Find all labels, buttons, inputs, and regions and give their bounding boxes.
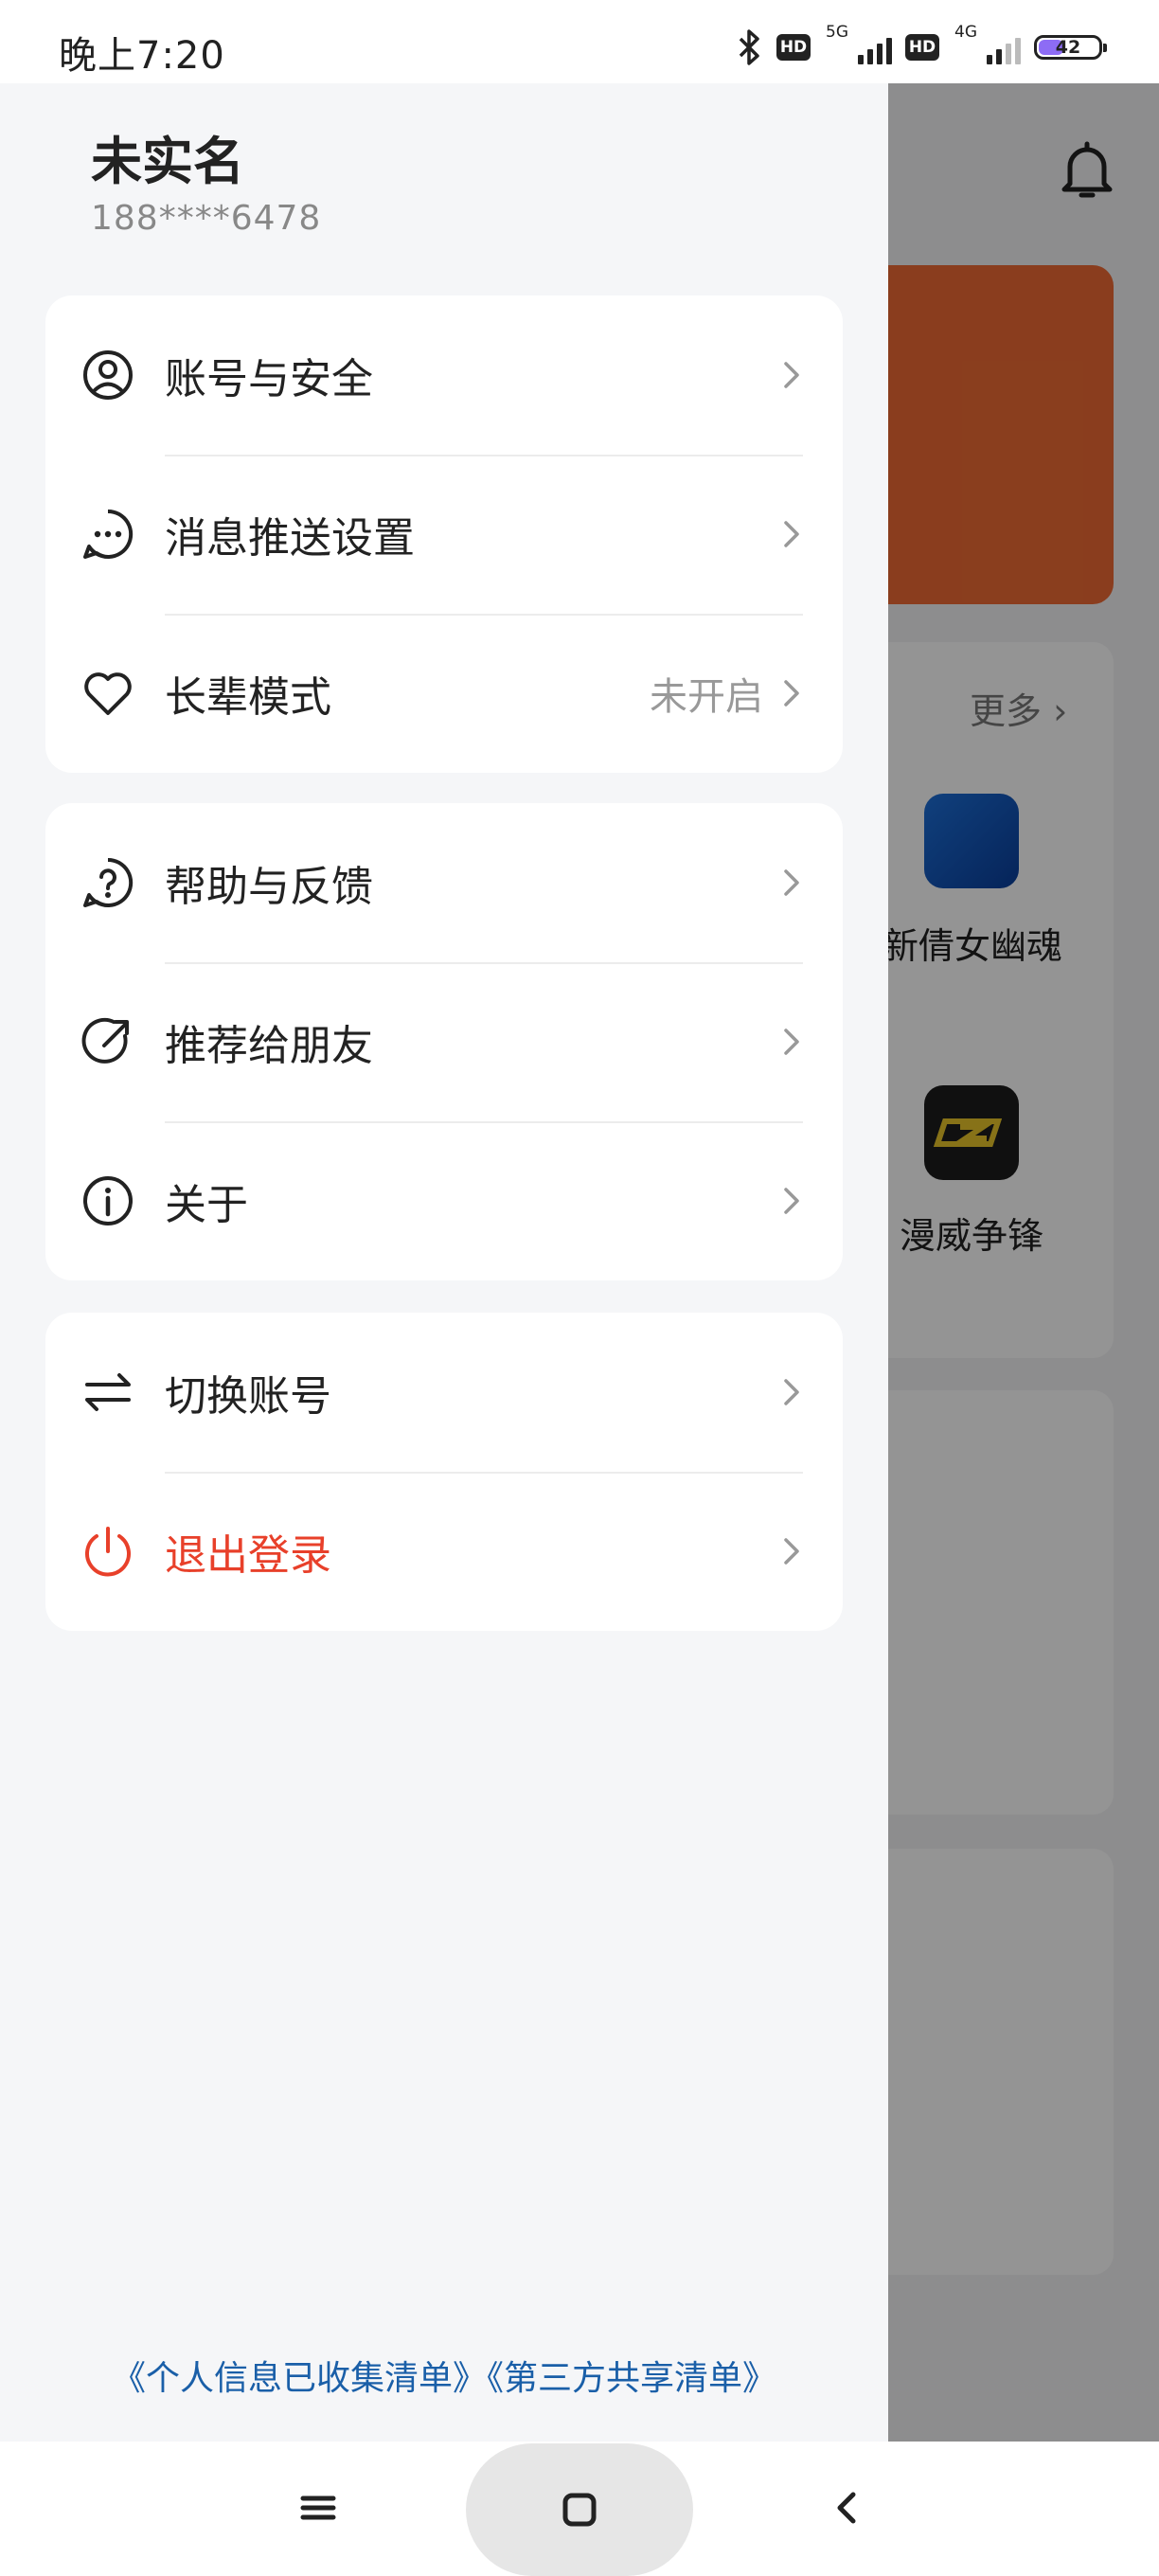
- menu-item-label: 切换账号: [165, 1372, 331, 1421]
- menu-item-elder-mode[interactable]: 长辈模式 未开启: [45, 614, 843, 773]
- back-icon: [837, 2492, 856, 2524]
- home-nav-button[interactable]: [466, 2443, 693, 2576]
- battery-level: 42: [1055, 37, 1081, 58]
- network-type-label: 5G: [826, 23, 848, 42]
- legal-links: 《个人信息已收集清单》《第三方共享清单》: [0, 2351, 888, 2400]
- settings-group-session: 切换账号 退出登录: [45, 1313, 843, 1631]
- settings-group-account: 账号与安全 消息推送设置 长辈模式 未开启: [45, 295, 843, 773]
- menu-item-label: 关于: [165, 1181, 248, 1229]
- menu-item-label: 推荐给朋友: [165, 1022, 373, 1070]
- user-phone: 188****6478: [91, 199, 322, 238]
- menu-icon: [300, 2496, 336, 2520]
- back-nav-button[interactable]: [809, 2470, 884, 2546]
- power-icon: [85, 1527, 131, 1577]
- chevron-right-icon: [784, 680, 799, 707]
- switch-icon: [85, 1373, 131, 1411]
- share-icon: [81, 1017, 129, 1064]
- battery-icon: 42: [1034, 35, 1107, 60]
- menu-item-switch-account[interactable]: 切换账号: [45, 1313, 843, 1472]
- chevron-right-icon: [784, 362, 799, 388]
- menu-item-label: 账号与安全: [165, 355, 373, 403]
- chevron-right-icon: [784, 869, 799, 896]
- status-bar: 晚上7:20 HD 5G HD 4G 42: [0, 0, 1159, 83]
- menu-item-recommend-friends[interactable]: 推荐给朋友: [45, 962, 843, 1121]
- info-icon: [83, 1176, 133, 1225]
- status-icons: HD 5G HD 4G 42: [735, 23, 1107, 66]
- menu-item-about[interactable]: 关于: [45, 1121, 843, 1280]
- network-type-label: 4G: [954, 23, 977, 42]
- hd-icon: HD: [776, 34, 811, 61]
- chevron-right-icon: [784, 521, 799, 547]
- heart-icon: [84, 672, 132, 715]
- personal-info-list-link[interactable]: 《个人信息已收集清单》: [112, 2359, 487, 2398]
- help-icon: [83, 857, 134, 907]
- third-party-share-list-link[interactable]: 《第三方共享清单》: [487, 2359, 776, 2398]
- menu-item-account-security[interactable]: 账号与安全: [45, 295, 843, 455]
- menu-item-help-feedback[interactable]: 帮助与反馈: [45, 803, 843, 962]
- system-nav-bar: [0, 2442, 1159, 2576]
- signal-icon: 4G: [953, 23, 1021, 66]
- settings-group-support: 帮助与反馈 推荐给朋友 关于: [45, 803, 843, 1280]
- elder-mode-status: 未开启: [650, 675, 763, 719]
- menu-item-label: 帮助与反馈: [165, 863, 373, 911]
- bluetooth-icon: [739, 29, 759, 65]
- menu-item-label: 退出登录: [165, 1531, 331, 1580]
- signal-icon: 5G: [824, 23, 892, 66]
- chevron-right-icon: [784, 1538, 799, 1565]
- user-name[interactable]: 未实名: [91, 119, 244, 194]
- chevron-right-icon: [784, 1029, 799, 1055]
- hd-icon: HD: [905, 34, 939, 61]
- menu-nav-button[interactable]: [280, 2470, 356, 2546]
- menu-item-label: 长辈模式: [165, 673, 331, 722]
- status-time: 晚上7:20: [59, 34, 225, 78]
- menu-item-logout[interactable]: 退出登录: [45, 1472, 843, 1631]
- user-circle-icon: [83, 350, 133, 400]
- chevron-right-icon: [784, 1379, 799, 1405]
- message-icon: [83, 509, 134, 559]
- home-icon: [562, 2493, 597, 2527]
- menu-item-label: 消息推送设置: [165, 514, 415, 563]
- side-drawer: 未实名 188****6478 账号与安全 消息推送设置 长辈模式 未开启 帮助…: [0, 83, 888, 2442]
- chevron-right-icon: [784, 1188, 799, 1214]
- menu-item-push-settings[interactable]: 消息推送设置: [45, 455, 843, 614]
